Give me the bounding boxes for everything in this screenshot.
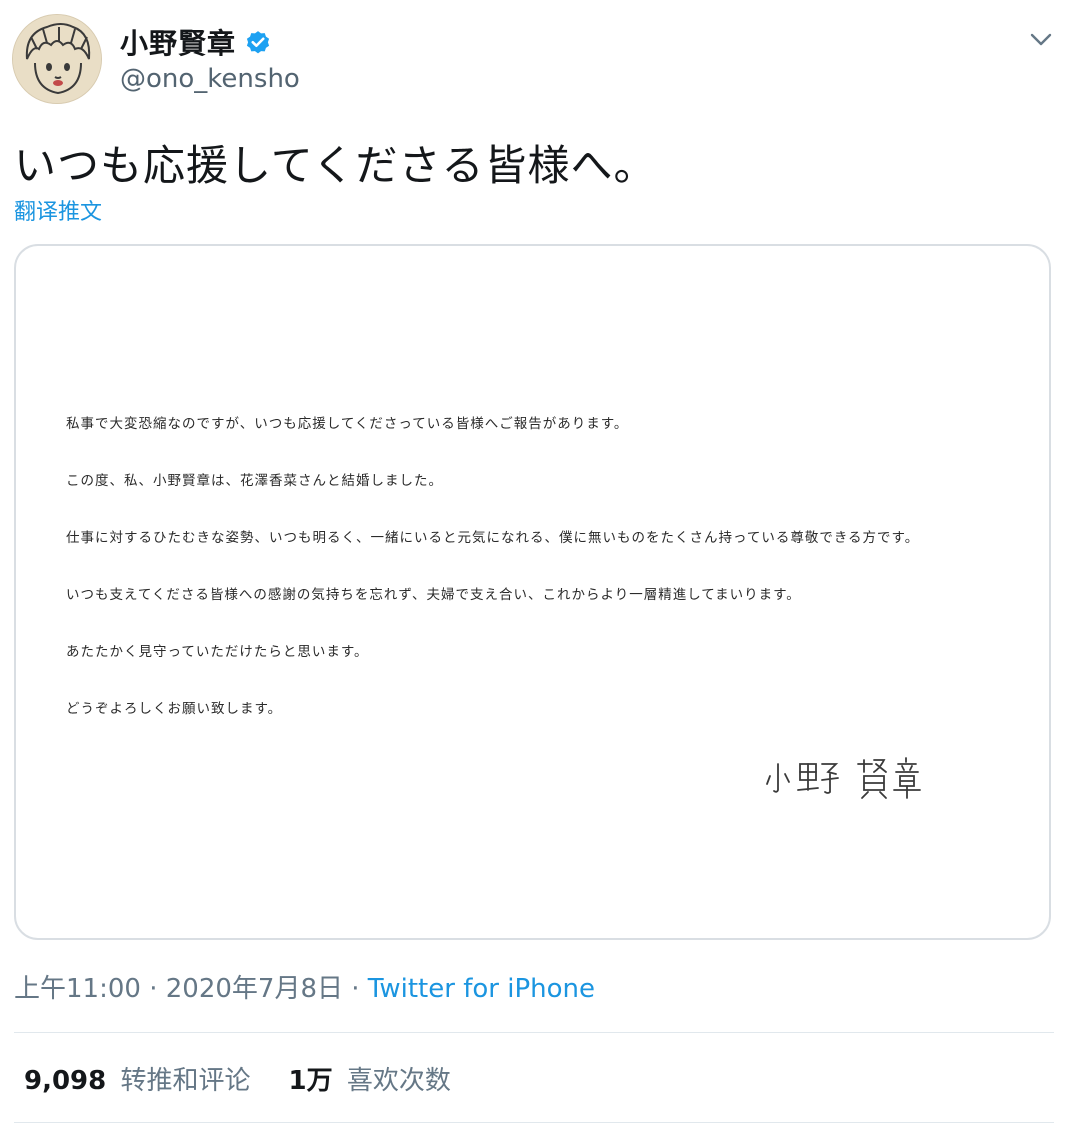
retweets-label: 转推和评论 <box>120 1066 251 1096</box>
verified-badge-icon <box>244 28 272 56</box>
divider <box>14 1122 1054 1123</box>
tweet-meta: 上午11:00 · 2020年7月8日 · Twitter for iPhone <box>14 968 595 1005</box>
tweet-detail: 小野賢章 @ono_kensho いつも応援してくださる皆様へ。 翻译推文 私事… <box>0 0 1080 1128</box>
display-name-row: 小野賢章 <box>120 22 300 62</box>
retweets-count: 9,098 <box>24 1066 107 1096</box>
tweet-source-link[interactable]: Twitter for iPhone <box>368 974 595 1004</box>
letter-line: 私事で大変恐縮なのですが、いつも応援してくださっている皆様へご報告があります。 <box>66 416 629 432</box>
tweet-time[interactable]: 上午11:00 <box>14 974 141 1004</box>
likes-label: 喜欢次数 <box>346 1066 451 1096</box>
cartoon-face-avatar-icon <box>13 15 101 103</box>
user-handle[interactable]: @ono_kensho <box>120 64 300 94</box>
meta-separator: · <box>351 974 360 1004</box>
letter-line: いつも支えてくださる皆様への感謝の気持ちを忘れず、夫婦で支え合い、これからより一… <box>66 587 801 603</box>
divider <box>14 1032 1054 1033</box>
meta-separator: · <box>149 974 158 1004</box>
likes-stat[interactable]: 1万 喜欢次数 <box>289 1060 451 1097</box>
avatar[interactable] <box>12 14 102 104</box>
retweets-stat[interactable]: 9,098 转推和评论 <box>24 1060 251 1097</box>
tweet-header: 小野賢章 @ono_kensho <box>12 12 1068 104</box>
letter-line: あたたかく見守っていただけたらと思います。 <box>66 644 369 660</box>
chevron-down-icon[interactable] <box>1028 26 1054 52</box>
letter-line: 仕事に対するひたむきな姿勢、いつも明るく、一緒にいると元気になれる、僕に無いもの… <box>66 530 920 546</box>
tweet-media-image[interactable]: 私事で大変恐縮なのですが、いつも応援してくださっている皆様へご報告があります。 … <box>14 244 1051 940</box>
letter-body: 私事で大変恐縮なのですが、いつも応援してくださっている皆様へご報告があります。 … <box>66 414 919 756</box>
likes-count: 1万 <box>288 1066 333 1096</box>
letter-line: この度、私、小野賢章は、花澤香菜さんと結婚しました。 <box>66 473 443 489</box>
user-names: 小野賢章 @ono_kensho <box>120 22 300 94</box>
handwritten-signature <box>764 750 934 800</box>
display-name[interactable]: 小野賢章 <box>120 22 236 62</box>
tweet-stats: 9,098 转推和评论 1万 喜欢次数 <box>24 1060 451 1097</box>
tweet-date[interactable]: 2020年7月8日 <box>166 974 343 1004</box>
letter-line: どうぞよろしくお願い致します。 <box>66 701 283 717</box>
translate-tweet-link[interactable]: 翻译推文 <box>14 194 102 226</box>
tweet-text: いつも応援してくださる皆様へ。 <box>14 141 657 190</box>
